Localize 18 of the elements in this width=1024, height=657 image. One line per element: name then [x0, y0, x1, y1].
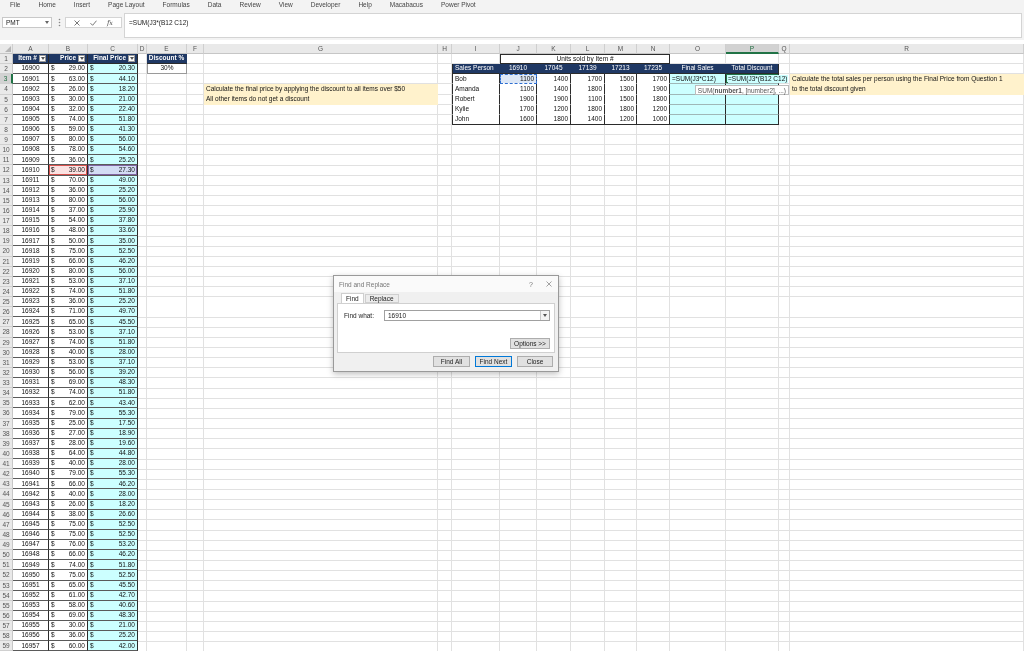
table-cell [726, 114, 779, 125]
caret-down-icon [79, 57, 84, 61]
caret-down-icon [129, 57, 134, 61]
cancel-icon[interactable] [74, 19, 80, 26]
triangle-icon [5, 46, 11, 52]
table-cell [670, 94, 726, 105]
dropdown-button[interactable] [540, 311, 549, 320]
filter-button[interactable] [39, 55, 46, 63]
table-cell [726, 104, 779, 115]
caret-down-icon [45, 21, 49, 24]
filter-button[interactable] [128, 55, 135, 63]
check-icon[interactable] [89, 19, 97, 26]
table-cell [726, 94, 779, 105]
table-cell [670, 104, 726, 115]
table-cell [670, 114, 726, 125]
filter-button[interactable] [78, 55, 85, 63]
caret-down-icon [40, 57, 45, 61]
caret-down-icon [543, 314, 547, 317]
